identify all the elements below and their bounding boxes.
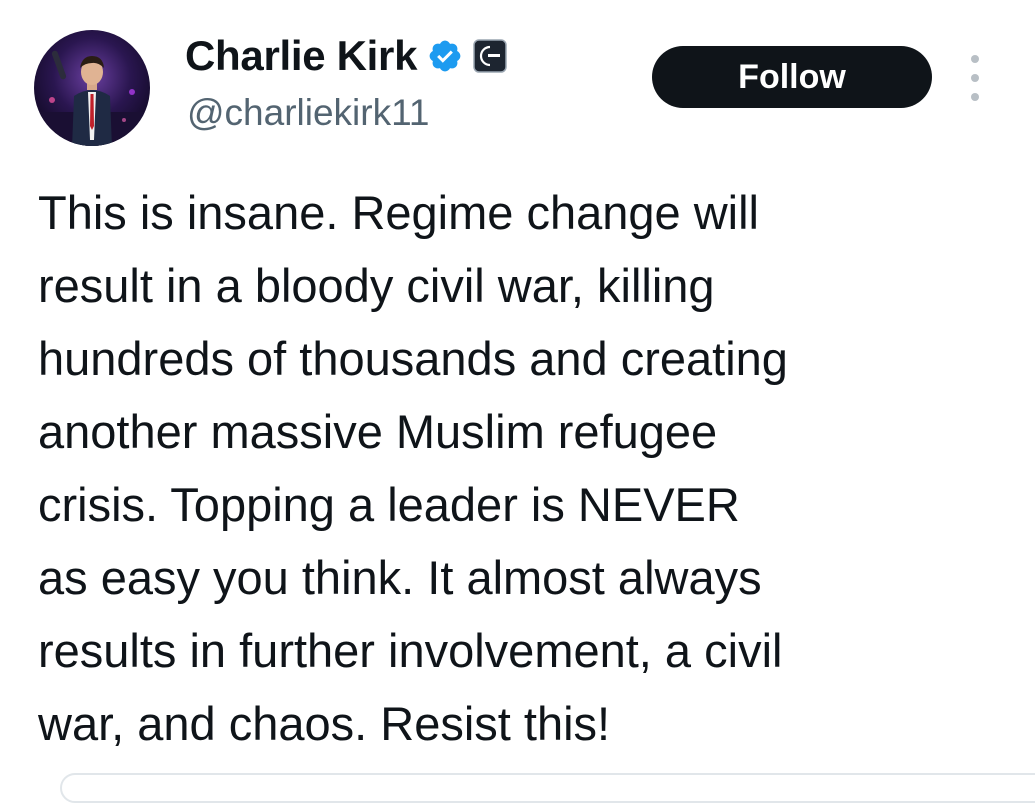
- author-avatar[interactable]: [34, 30, 150, 146]
- tweet-text-line: as easy you think. It almost always: [38, 551, 762, 604]
- tweet-text-line: hundreds of thousands and creating: [38, 332, 788, 385]
- more-options-icon[interactable]: [962, 55, 988, 101]
- tweet-card: Charlie Kirk @charliekirk11 Follow This …: [0, 0, 1035, 803]
- author-name-row: Charlie Kirk: [185, 28, 507, 84]
- tweet-text-line: results in further involvement, a civil: [38, 624, 783, 677]
- more-dot-icon: [971, 93, 979, 101]
- embedded-card-edge: [60, 773, 1035, 803]
- verified-check-icon[interactable]: [427, 38, 463, 74]
- affiliate-org-logo-icon[interactable]: [473, 39, 507, 73]
- author-display-name[interactable]: Charlie Kirk: [185, 32, 417, 80]
- tweet-text-line: result in a bloody civil war, killing: [38, 259, 715, 312]
- tweet-text-line: crisis. Topping a leader is NEVER: [38, 478, 740, 531]
- tweet-text-line: another massive Muslim refugee: [38, 405, 718, 458]
- avatar-photo: [34, 30, 150, 146]
- more-dot-icon: [971, 55, 979, 63]
- tweet-text-line: This is insane. Regime change will: [38, 186, 759, 239]
- more-dot-icon: [971, 74, 979, 82]
- tweet-text: This is insane. Regime change will resul…: [38, 176, 1018, 760]
- author-handle[interactable]: @charliekirk11: [187, 92, 430, 134]
- follow-button[interactable]: Follow: [652, 46, 932, 108]
- tweet-text-line: war, and chaos. Resist this!: [38, 697, 611, 750]
